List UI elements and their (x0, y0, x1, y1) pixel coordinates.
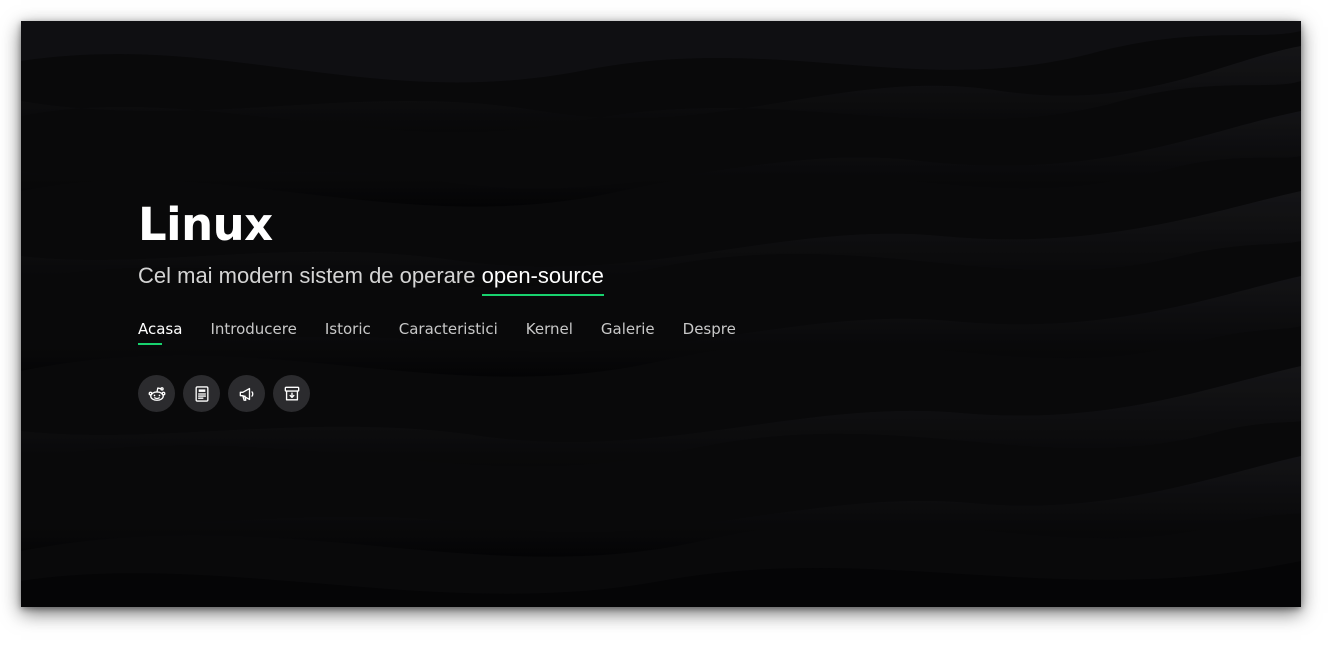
announcement-button[interactable] (228, 375, 265, 412)
reddit-button[interactable] (138, 375, 175, 412)
hero-section: Linux Cel mai modern sistem de operare o… (21, 21, 1301, 607)
nav-item-introducere[interactable]: Introducere (210, 319, 296, 345)
site-subtitle: Cel mai modern sistem de operare open-so… (138, 263, 736, 296)
news-button[interactable] (183, 375, 220, 412)
nav-item-despre[interactable]: Despre (683, 319, 736, 345)
hero-content: Linux Cel mai modern sistem de operare o… (138, 199, 736, 412)
site-title: Linux (138, 198, 273, 251)
subtitle-typed-word: open-source (481, 263, 605, 296)
archive-download-icon (284, 386, 299, 400)
archive-button[interactable] (273, 375, 310, 412)
nav-item-galerie[interactable]: Galerie (601, 319, 655, 345)
megaphone-icon (239, 387, 253, 401)
nav-item-acasa[interactable]: Acasa (138, 319, 182, 345)
social-links (138, 375, 736, 412)
newspaper-icon (195, 385, 208, 402)
nav-item-kernel[interactable]: Kernel (526, 319, 573, 345)
subtitle-text: Cel mai modern sistem de operare (138, 263, 476, 288)
nav-item-caracteristici[interactable]: Caracteristici (399, 319, 498, 345)
main-nav: Acasa Introducere Istoric Caracteristici… (138, 319, 736, 345)
page: Linux Cel mai modern sistem de operare o… (0, 0, 1343, 649)
nav-item-istoric[interactable]: Istoric (325, 319, 371, 345)
reddit-icon (148, 386, 165, 401)
